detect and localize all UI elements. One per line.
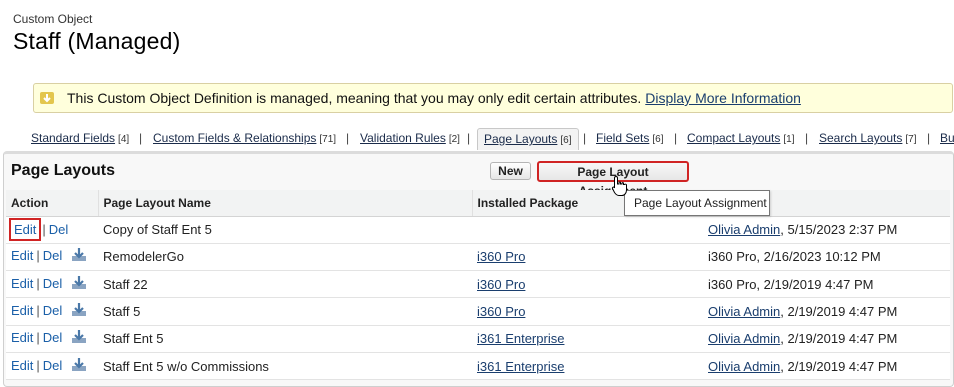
modified-date: i360 Pro, 2/16/2023 10:12 PM bbox=[708, 249, 881, 265]
package-link[interactable]: i361 Enterprise bbox=[477, 359, 564, 374]
managed-package-icon bbox=[71, 275, 87, 294]
del-link[interactable]: Del bbox=[43, 358, 63, 373]
layout-name: Staff Ent 5 bbox=[98, 325, 472, 353]
layout-name: Copy of Staff Ent 5 bbox=[98, 216, 472, 244]
modified-by-link[interactable]: Olivia Admin bbox=[708, 359, 780, 374]
tab-separator: | bbox=[674, 131, 678, 145]
managed-notice-banner: This Custom Object Definition is managed… bbox=[33, 83, 953, 113]
tab-separator: | bbox=[346, 131, 350, 145]
modified-by-link[interactable]: Olivia Admin bbox=[708, 222, 780, 237]
page-title: Staff (Managed) bbox=[13, 28, 181, 54]
edit-link[interactable]: Edit bbox=[11, 330, 33, 345]
del-link[interactable]: Del bbox=[43, 276, 63, 291]
package-link[interactable]: i361 Enterprise bbox=[477, 331, 564, 346]
modified-by-link[interactable]: Olivia Admin bbox=[708, 304, 780, 319]
tab-separator: | bbox=[927, 131, 931, 145]
layout-name: RemodelerGo bbox=[98, 243, 472, 272]
managed-package-icon bbox=[71, 302, 87, 321]
modified-date: i360 Pro, 2/19/2019 4:47 PM bbox=[708, 276, 874, 292]
notice-text: This Custom Object Definition is managed… bbox=[67, 90, 642, 106]
tab-separator: | bbox=[583, 131, 587, 145]
related-list-tabs: Standard Fields [4] | Custom Fields & Rel… bbox=[25, 128, 954, 150]
table-header-row: Action Page Layout Name Installed Packag… bbox=[6, 190, 950, 217]
layout-name: Staff Ent 5 w/o Commissions bbox=[98, 352, 472, 381]
del-link[interactable]: Del bbox=[43, 248, 63, 263]
tab-field-sets[interactable]: Field Sets [6] bbox=[596, 128, 663, 150]
modified-date: , 2/19/2019 4:47 PM bbox=[780, 304, 898, 320]
table-row: Edit | Del Staff Ent 5 i361 Enterprise Oli… bbox=[6, 325, 950, 353]
managed-package-icon bbox=[71, 329, 87, 348]
tab-standard-fields[interactable]: Standard Fields [4] bbox=[31, 128, 129, 150]
modified-by-link[interactable]: Olivia Admin bbox=[708, 331, 780, 346]
modified-date: , 2/19/2019 4:47 PM bbox=[780, 358, 898, 374]
table-row: Edit | Del RemodelerGo i360 Pro i360 Pro, … bbox=[6, 243, 950, 272]
package-link[interactable]: i360 Pro bbox=[477, 277, 525, 292]
edit-link[interactable]: Edit bbox=[11, 303, 33, 318]
del-link[interactable]: Del bbox=[43, 330, 63, 345]
modified-date: , 2/19/2019 4:47 PM bbox=[780, 331, 898, 347]
edit-link[interactable]: Edit bbox=[11, 276, 33, 291]
edit-link[interactable]: Edit bbox=[11, 358, 33, 373]
package-link[interactable]: i360 Pro bbox=[477, 249, 525, 264]
del-link[interactable]: Del bbox=[49, 222, 69, 237]
tab-validation-rules[interactable]: Validation Rules [2] bbox=[360, 128, 460, 150]
table-row: Edit | Del Staff 22 i360 Pro i360 Pro, 2/1… bbox=[6, 270, 950, 299]
tab-search-layouts[interactable]: Search Layouts [7] bbox=[819, 128, 917, 150]
table-row: Edit | Del Staff 5 i360 Pro Olivia Admin, … bbox=[6, 297, 950, 326]
tab-custom-fields[interactable]: Custom Fields & Relationships [71] bbox=[153, 128, 336, 150]
info-icon bbox=[39, 90, 55, 106]
layout-name: Staff 5 bbox=[98, 297, 472, 326]
col-page-layout-name: Page Layout Name bbox=[98, 190, 473, 217]
tab-separator: | bbox=[805, 131, 809, 145]
panel-title: Page Layouts bbox=[11, 162, 116, 179]
tab-separator: | bbox=[467, 131, 471, 145]
del-link[interactable]: Del bbox=[43, 303, 63, 318]
layout-name: Staff 22 bbox=[98, 270, 472, 299]
tab-separator: | bbox=[139, 131, 143, 145]
object-type-label: Custom Object bbox=[13, 12, 93, 26]
tab-compact-layouts[interactable]: Compact Layouts [1] bbox=[687, 128, 795, 150]
col-action: Action bbox=[6, 190, 99, 217]
package-link[interactable]: i360 Pro bbox=[477, 304, 525, 319]
edit-link[interactable]: Edit bbox=[11, 248, 33, 263]
table-row: Edit | Del Copy of Staff Ent 5 Olivia Admi… bbox=[6, 216, 950, 244]
tab-page-layouts[interactable]: Page Layouts [6] bbox=[477, 128, 579, 150]
package-name bbox=[472, 216, 700, 244]
modified-date: , 5/15/2023 2:37 PM bbox=[780, 222, 898, 238]
new-button[interactable]: New bbox=[490, 162, 531, 180]
managed-package-icon bbox=[71, 247, 87, 266]
edit-link[interactable]: Edit bbox=[8, 218, 42, 242]
page-layouts-table: Action Page Layout Name Installed Packag… bbox=[6, 190, 950, 381]
page-header: Custom Object Staff (Managed) bbox=[13, 12, 181, 55]
tooltip: Page Layout Assignment bbox=[624, 190, 770, 216]
hand-cursor-icon bbox=[611, 175, 629, 202]
tab-buttons[interactable]: Bu bbox=[940, 128, 954, 150]
managed-package-icon bbox=[71, 357, 87, 376]
display-more-info-link[interactable]: Display More Information bbox=[645, 90, 801, 106]
table-row: Edit | Del Staff Ent 5 w/o Commissions i36… bbox=[6, 352, 950, 381]
